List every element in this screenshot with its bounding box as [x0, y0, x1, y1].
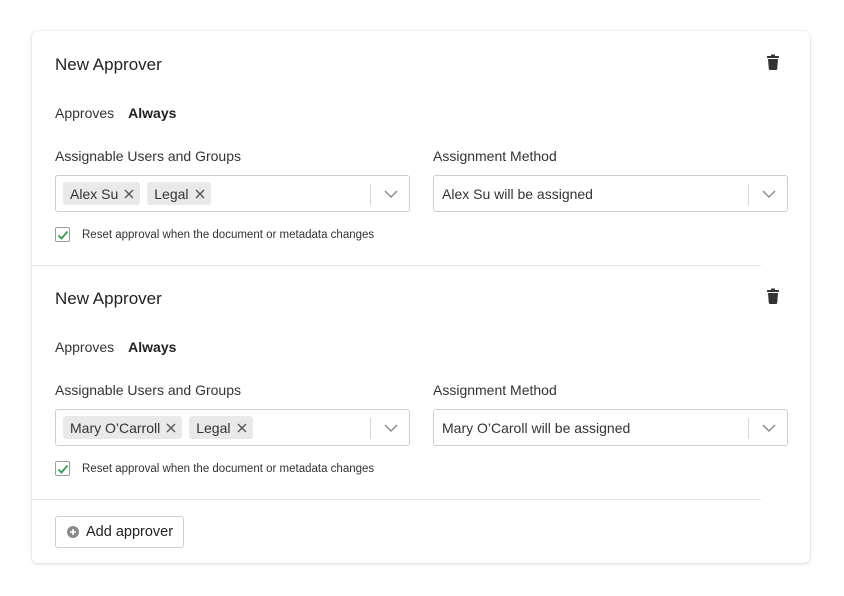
reset-approval-checkbox[interactable] [55, 461, 70, 476]
approves-value: Always [128, 339, 177, 355]
approver-section: New Approver Approves Always Assignable U… [32, 265, 810, 499]
approver-title: New Approver [55, 289, 162, 308]
approves-label: Approves [55, 339, 115, 355]
user-chip: Alex Su [63, 182, 141, 205]
chevron-down-icon[interactable] [762, 422, 776, 434]
user-chip: Mary O’Carroll [63, 416, 183, 439]
method-select[interactable]: Alex Su will be assigned [433, 175, 788, 212]
trash-icon[interactable] [763, 52, 783, 72]
close-icon[interactable] [237, 423, 247, 433]
section-divider [32, 499, 761, 500]
method-select[interactable]: Mary O’Caroll will be assigned [433, 409, 788, 446]
users-label: Assignable Users and Groups [55, 382, 241, 398]
users-select[interactable]: Mary O’Carroll Legal [55, 409, 410, 446]
users-label: Assignable Users and Groups [55, 148, 241, 164]
chip-label: Mary O’Carroll [70, 419, 161, 436]
plus-circle-icon [67, 526, 79, 538]
chevron-down-icon[interactable] [762, 188, 776, 200]
select-separator [370, 418, 371, 439]
check-icon [57, 464, 69, 474]
method-label: Assignment Method [433, 382, 557, 398]
close-icon[interactable] [166, 423, 176, 433]
chevron-down-icon[interactable] [384, 188, 398, 200]
approves-row: Approves Always [55, 339, 176, 355]
approves-row: Approves Always [55, 105, 176, 121]
method-value: Mary O’Caroll will be assigned [442, 420, 631, 436]
close-icon[interactable] [124, 189, 134, 199]
trash-icon[interactable] [763, 286, 783, 306]
group-chip: Legal [189, 416, 253, 439]
reset-approval-row: Reset approval when the document or meta… [55, 227, 374, 242]
method-label: Assignment Method [433, 148, 557, 164]
users-select[interactable]: Alex Su Legal [55, 175, 410, 212]
add-approver-label: Add approver [86, 524, 174, 540]
close-icon[interactable] [195, 189, 205, 199]
chip-label: Legal [154, 185, 189, 202]
reset-approval-label: Reset approval when the document or meta… [82, 228, 375, 241]
select-separator [748, 184, 749, 205]
reset-approval-row: Reset approval when the document or meta… [55, 461, 374, 476]
reset-approval-label: Reset approval when the document or meta… [82, 462, 375, 475]
chip-label: Alex Su [70, 185, 119, 202]
approves-label: Approves [55, 105, 115, 121]
approver-title: New Approver [55, 55, 162, 74]
chip-list: Mary O’Carroll Legal [63, 416, 253, 439]
add-approver-button[interactable]: Add approver [55, 516, 184, 548]
chip-label: Legal [196, 419, 231, 436]
approves-value: Always [128, 105, 177, 121]
check-icon [57, 230, 69, 240]
method-value: Alex Su will be assigned [442, 186, 593, 202]
approver-section: New Approver Approves Always Assignable U… [32, 31, 810, 265]
select-separator [370, 184, 371, 205]
reset-approval-checkbox[interactable] [55, 227, 70, 242]
group-chip: Legal [147, 182, 211, 205]
chevron-down-icon[interactable] [384, 422, 398, 434]
select-separator [748, 418, 749, 439]
chip-list: Alex Su Legal [63, 182, 211, 205]
approvers-card: New Approver Approves Always Assignable U… [32, 31, 810, 563]
